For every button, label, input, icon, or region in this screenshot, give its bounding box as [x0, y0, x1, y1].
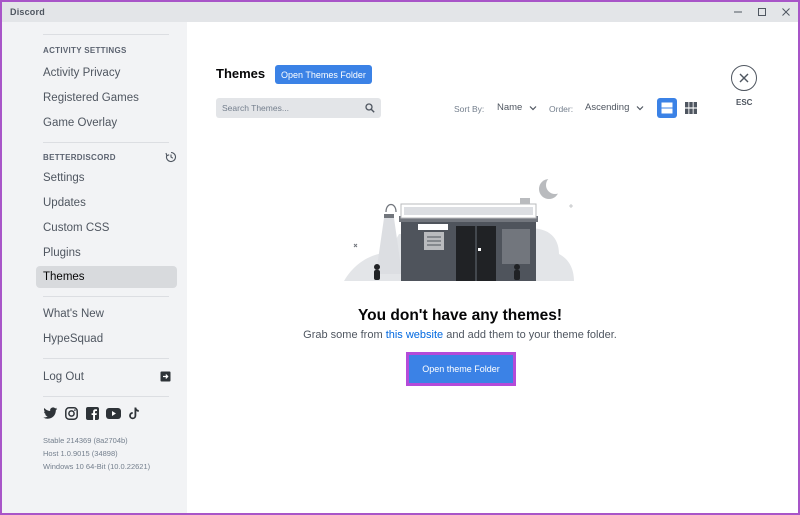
history-icon[interactable] — [165, 151, 177, 163]
sidebar-item-hypesquad[interactable]: HypeSquad — [36, 328, 177, 350]
activity-settings-header: ACTIVITY SETTINGS — [43, 46, 127, 55]
open-theme-folder-button[interactable]: Open theme Folder — [406, 352, 516, 386]
logout-icon — [160, 371, 171, 382]
sort-by-dropdown[interactable]: Name — [497, 102, 537, 113]
search-input[interactable] — [222, 103, 352, 113]
empty-state-title: You don't have any themes! — [357, 307, 563, 324]
instagram-icon[interactable] — [64, 406, 79, 421]
grid-view-button[interactable] — [681, 98, 701, 118]
sidebar-item-plugins[interactable]: Plugins — [36, 242, 177, 264]
close-icon — [739, 73, 749, 83]
maximize-icon — [758, 8, 766, 16]
maximize-button[interactable] — [750, 2, 774, 22]
close-icon — [782, 8, 790, 16]
version-os: Windows 10 64-Bit (10.0.22621) — [43, 462, 151, 471]
search-icon — [365, 103, 375, 113]
order-dropdown[interactable]: Ascending — [585, 102, 644, 113]
sidebar-item-activity-privacy[interactable]: Activity Privacy — [36, 62, 177, 84]
chevron-down-icon — [636, 105, 644, 110]
betterdiscord-header: BETTERDISCORD — [43, 153, 116, 162]
version-host: Host 1.0.9015 (34898) — [43, 449, 118, 458]
sidebar-item-whats-new[interactable]: What's New — [36, 303, 177, 325]
order-value: Ascending — [585, 102, 630, 113]
divider — [43, 296, 169, 297]
empty-state-subtitle: Grab some from this website and add them… — [187, 329, 733, 341]
youtube-icon[interactable] — [106, 406, 121, 421]
twitter-icon[interactable] — [43, 406, 58, 421]
divider — [43, 358, 169, 359]
sidebar-item-game-overlay[interactable]: Game Overlay — [36, 112, 177, 134]
sidebar-item-themes[interactable]: Themes — [36, 266, 177, 288]
search-bar — [216, 98, 381, 118]
minimize-button[interactable] — [726, 2, 750, 22]
order-label: Order: — [549, 104, 574, 114]
sidebar-item-custom-css[interactable]: Custom CSS — [36, 217, 177, 239]
grid-view-icon — [685, 102, 697, 114]
divider — [43, 142, 169, 143]
esc-label: ESC — [736, 98, 753, 107]
tiktok-icon[interactable] — [127, 406, 142, 421]
title-bar: Discord — [2, 2, 798, 22]
divider — [43, 34, 169, 35]
sidebar-item-updates[interactable]: Updates — [36, 192, 177, 214]
divider — [43, 396, 169, 397]
list-view-icon — [661, 102, 673, 114]
social-links — [43, 406, 142, 421]
themes-content: Themes Open Themes Folder Sort By: Name … — [187, 22, 798, 513]
sidebar-item-settings[interactable]: Settings — [36, 167, 177, 189]
empty-shop-illustration — [344, 176, 574, 281]
discord-window: Discord ACTIVITY SETTINGS Activity Priva… — [2, 2, 798, 513]
app-title: Discord — [10, 7, 45, 17]
version-stable: Stable 214369 (8a2704b) — [43, 436, 128, 445]
sidebar-item-registered-games[interactable]: Registered Games — [36, 87, 177, 109]
page-title: Themes — [216, 66, 266, 81]
close-window-button[interactable] — [774, 2, 798, 22]
close-settings-button[interactable] — [731, 65, 757, 91]
sort-by-value: Name — [497, 102, 523, 113]
minimize-icon — [734, 11, 742, 13]
open-themes-folder-button[interactable]: Open Themes Folder — [275, 65, 372, 84]
settings-sidebar: ACTIVITY SETTINGS Activity Privacy Regis… — [2, 22, 187, 513]
list-view-button[interactable] — [657, 98, 677, 118]
log-out-button[interactable]: Log Out — [36, 366, 177, 388]
sort-by-label: Sort By: — [454, 104, 485, 114]
chevron-down-icon — [529, 105, 537, 110]
empty-sub-text-after: and add them to your theme folder. — [443, 329, 617, 341]
window-controls — [726, 2, 798, 22]
log-out-label: Log Out — [43, 371, 84, 383]
this-website-link[interactable]: this website — [386, 329, 443, 341]
facebook-icon[interactable] — [85, 406, 100, 421]
empty-sub-text-before: Grab some from — [303, 329, 386, 341]
